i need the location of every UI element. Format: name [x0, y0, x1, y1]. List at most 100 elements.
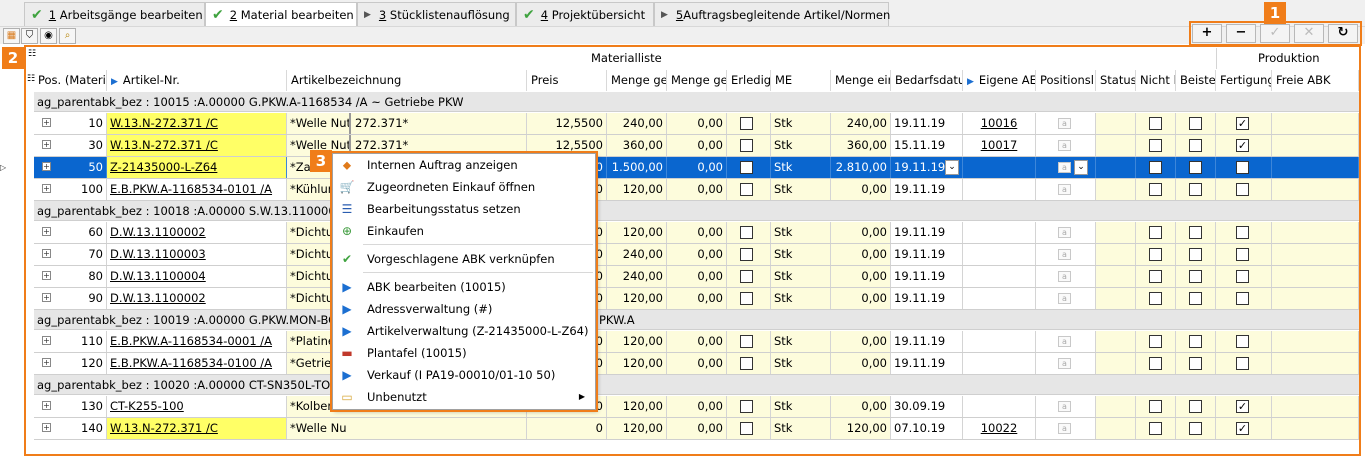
nicht-checkbox[interactable] — [1149, 248, 1162, 261]
table-row[interactable]: +70 D.W.13.1100003 *Dichtung 0 240,00 0,00 Stk… — [34, 244, 1359, 266]
eigene-abk-link[interactable] — [963, 396, 1036, 417]
expand-icon[interactable]: + — [42, 358, 51, 367]
text-note-icon[interactable]: a — [1058, 401, 1071, 412]
artikel-nr-link[interactable]: D.W.13.1100003 — [107, 244, 287, 265]
erledigt-checkbox[interactable] — [740, 270, 753, 283]
text-note-icon[interactable]: a — [1058, 336, 1071, 347]
expand-icon[interactable]: + — [42, 118, 51, 127]
artikel-nr-link[interactable]: D.W.13.1100002 — [107, 288, 287, 309]
beistellung-checkbox[interactable] — [1189, 161, 1202, 174]
table-row[interactable]: +60 D.W.13.1100002 *Dichtung 0 120,00 0,00 Stk… — [34, 222, 1359, 244]
col-menge-ge-2-header[interactable]: Menge ge — [667, 70, 727, 91]
nicht-checkbox[interactable] — [1149, 117, 1162, 130]
text-note-icon[interactable]: a — [1058, 271, 1071, 282]
artikel-nr-link[interactable]: D.W.13.1100002 — [107, 222, 287, 243]
erledigt-checkbox[interactable] — [740, 139, 753, 152]
expand-icon[interactable]: + — [42, 249, 51, 258]
bedarfsdatum-cell[interactable]: 30.09.19 — [891, 396, 963, 417]
col-freie-abk-header[interactable]: Freie ABK — [1272, 70, 1359, 91]
group-header-row[interactable]: ag_parentabk_bez : 10018 :A.00000 S.W.13… — [34, 201, 1359, 221]
nicht-checkbox[interactable] — [1149, 161, 1162, 174]
table-row[interactable]: +120 E.B.PKW.A-1168534-0100 /A *Getriebe 0 1… — [34, 353, 1359, 375]
text-note-icon[interactable]: a — [1058, 227, 1071, 238]
erledigt-checkbox[interactable] — [740, 292, 753, 305]
bedarfsdatum-cell[interactable]: 19.11.19 — [891, 222, 963, 243]
view-eye-icon[interactable]: ◉ — [40, 28, 57, 44]
fertigung-checkbox[interactable]: ✓ — [1236, 422, 1249, 435]
bedarfsdatum-cell[interactable]: 19.11.19 — [891, 288, 963, 309]
beistellung-checkbox[interactable] — [1189, 335, 1202, 348]
col-erledigt-header[interactable]: Erledig — [727, 70, 771, 91]
fertigung-checkbox[interactable]: ✓ — [1236, 139, 1249, 152]
artikel-nr-link[interactable]: E.B.PKW.A-1168534-0101 /A — [107, 179, 287, 200]
eigene-abk-link[interactable]: 10017 — [963, 135, 1036, 156]
bedarfsdatum-cell[interactable]: 19.11.19 — [891, 244, 963, 265]
nicht-checkbox[interactable] — [1149, 270, 1162, 283]
col-artikelbezeichnung-header[interactable]: Artikelbezeichnung — [287, 70, 527, 91]
nicht-checkbox[interactable] — [1149, 183, 1162, 196]
table-row[interactable]: +110 E.B.PKW.A-1168534-0001 /A *Platine A0… — [34, 331, 1359, 353]
erledigt-checkbox[interactable] — [740, 400, 753, 413]
expand-icon[interactable]: + — [42, 336, 51, 345]
col-preis-header[interactable]: Preis — [527, 70, 607, 91]
bedarfsdatum-cell[interactable]: 19.11.19 — [891, 266, 963, 287]
beistellung-checkbox[interactable] — [1189, 400, 1202, 413]
bedarfsdatum-cell[interactable]: 19.11.19 — [891, 353, 963, 374]
text-note-icon[interactable]: a — [1058, 358, 1071, 369]
beistellung-checkbox[interactable] — [1189, 357, 1202, 370]
eigene-abk-link[interactable] — [963, 353, 1036, 374]
filter-icon[interactable]: ⛉ — [21, 28, 38, 44]
bedarfsdatum-cell[interactable]: 15.11.19 — [891, 135, 963, 156]
table-row[interactable]: +100 E.B.PKW.A-1168534-0101 /A *Kühlung 0 12… — [34, 179, 1359, 201]
artikel-nr-link[interactable]: E.B.PKW.A-1168534-0100 /A — [107, 353, 287, 374]
expand-icon[interactable]: + — [42, 293, 51, 302]
fertigung-checkbox[interactable]: ✓ — [1236, 400, 1249, 413]
group-header-row[interactable]: ag_parentabk_bez : 10019 :A.00000 G.PKW.… — [34, 310, 1359, 330]
eigene-abk-link[interactable]: 10016 — [963, 113, 1036, 134]
col-me-header[interactable]: ME — [771, 70, 831, 91]
artikel-nr-link[interactable]: CT-K255-100 — [107, 396, 287, 417]
nicht-checkbox[interactable] — [1149, 422, 1162, 435]
expand-icon[interactable]: + — [42, 184, 51, 193]
erledigt-checkbox[interactable] — [740, 183, 753, 196]
nicht-checkbox[interactable] — [1149, 400, 1162, 413]
column-chooser-icon[interactable]: ☷ — [28, 49, 36, 59]
col-menge-ein-header[interactable]: Menge eir — [831, 70, 891, 91]
group-header-row[interactable]: ag_parentabk_bez : 10015 :A.00000 G.PKW.… — [34, 92, 1359, 112]
tab-material[interactable]: ✔ 2 Material bearbeiten — [205, 2, 357, 27]
eigene-abk-link[interactable] — [963, 179, 1036, 200]
expand-icon[interactable]: + — [42, 162, 51, 171]
erledigt-checkbox[interactable] — [740, 226, 753, 239]
table-row[interactable]: +130 CT-K255-100 *Kolben* 0 120,00 0,00 Stk 0,0… — [34, 396, 1359, 418]
beistellung-checkbox[interactable] — [1189, 248, 1202, 261]
text-note-icon[interactable]: a — [1058, 118, 1071, 129]
search-icon[interactable]: ⌕ — [59, 28, 76, 44]
table-row[interactable]: +80 D.W.13.1100004 *Dichtung 0 240,00 0,00 Stk… — [34, 266, 1359, 288]
text-note-icon[interactable]: a — [1058, 249, 1071, 260]
text-note-icon[interactable]: a — [1058, 140, 1071, 151]
erledigt-checkbox[interactable] — [740, 248, 753, 261]
bedarfsdatum-cell[interactable]: 19.11.19 — [891, 179, 963, 200]
beistellung-checkbox[interactable] — [1189, 183, 1202, 196]
fertigung-checkbox[interactable] — [1236, 226, 1249, 239]
expand-icon[interactable]: + — [42, 401, 51, 410]
col-menge-ge-1-header[interactable]: Menge ge — [607, 70, 667, 91]
erledigt-checkbox[interactable] — [740, 117, 753, 130]
bedarfsdatum-cell[interactable]: 19.11.19 — [891, 113, 963, 134]
tab-arbeitsgaenge[interactable]: ✔ 1 Arbeitsgänge bearbeiten — [24, 2, 205, 26]
fertigung-checkbox[interactable] — [1236, 183, 1249, 196]
text-note-icon[interactable]: a — [1058, 184, 1071, 195]
artikel-nr-link[interactable]: Z-21435000-L-Z64 — [107, 157, 287, 178]
eigene-abk-link[interactable] — [963, 288, 1036, 309]
bedarfsdatum-cell[interactable]: 19.11.19 — [891, 331, 963, 352]
eigene-abk-link[interactable] — [963, 331, 1036, 352]
artikel-nr-link[interactable]: D.W.13.1100004 — [107, 266, 287, 287]
fertigung-checkbox[interactable] — [1236, 248, 1249, 261]
bedarfsdatum-cell[interactable]: 07.10.19 — [891, 418, 963, 439]
fertigung-checkbox[interactable]: ✓ — [1236, 117, 1249, 130]
eigene-abk-link[interactable] — [963, 157, 1036, 178]
artikel-nr-link[interactable]: E.B.PKW.A-1168534-0001 /A — [107, 331, 287, 352]
erledigt-checkbox[interactable] — [740, 357, 753, 370]
date-dropdown-icon[interactable]: ⌄ — [945, 160, 959, 175]
expand-icon[interactable]: + — [42, 227, 51, 236]
